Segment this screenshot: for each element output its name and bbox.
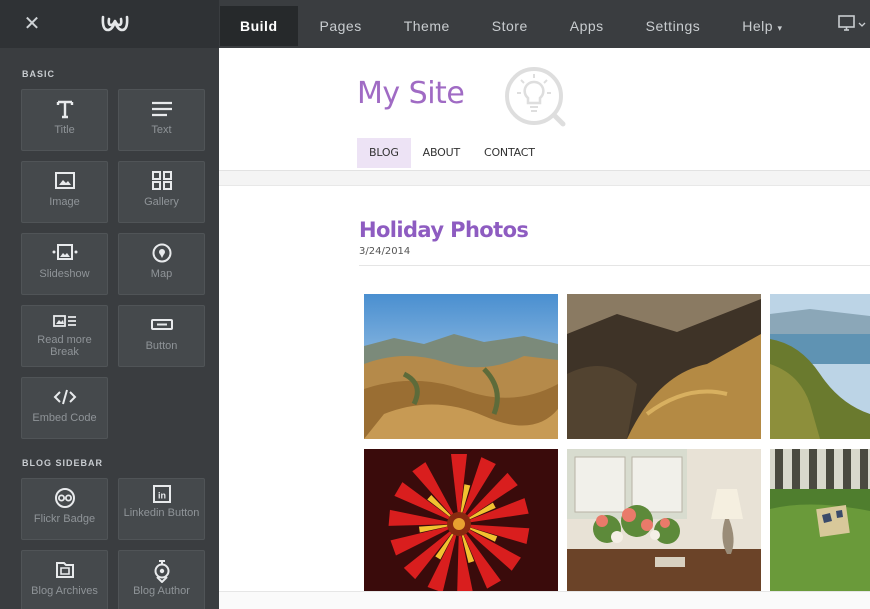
section-title-blog-sidebar: BLOG SIDEBAR — [22, 458, 104, 468]
map-pin-icon — [119, 242, 204, 268]
top-toolbar: ✕ Build Pages Theme Store Apps Settings … — [0, 0, 870, 48]
gallery-photo-3[interactable] — [770, 294, 870, 439]
gallery-photo-6[interactable] — [770, 449, 870, 591]
desktop-preview-icon[interactable] — [836, 14, 870, 34]
gallery-photo-4[interactable] — [364, 449, 558, 591]
post-title[interactable]: Holiday Photos — [359, 218, 529, 242]
site-nav-blog[interactable]: BLOG — [357, 138, 411, 168]
element-title[interactable]: Title — [21, 89, 108, 151]
nav-pages[interactable]: Pages — [300, 6, 382, 46]
element-slideshow[interactable]: Slideshow — [21, 233, 108, 295]
main-nav: Build Pages Theme Store Apps Settings He… — [220, 0, 802, 48]
element-linkedin-button[interactable]: in Linkedin Button — [118, 478, 205, 540]
element-embed-code[interactable]: Embed Code — [21, 377, 108, 439]
author-badge-icon — [119, 559, 204, 585]
slideshow-icon — [22, 242, 107, 268]
element-blog-author[interactable]: Blog Author — [118, 550, 205, 609]
flickr-icon — [22, 487, 107, 513]
site-title[interactable]: My Site — [357, 76, 465, 111]
text-lines-icon — [119, 98, 204, 124]
nav-theme[interactable]: Theme — [384, 6, 470, 46]
elements-sidebar: BASIC Title Text Image Gallery Slideshow… — [0, 48, 219, 609]
element-label: Slideshow — [39, 268, 90, 280]
element-image[interactable]: Image — [21, 161, 108, 223]
nav-build[interactable]: Build — [220, 6, 298, 46]
close-icon[interactable]: ✕ — [22, 14, 42, 34]
linkedin-icon: in — [119, 485, 204, 507]
post-date: 3/24/2014 — [359, 246, 411, 257]
element-map[interactable]: Map — [118, 233, 205, 295]
element-label: Linkedin Button — [123, 507, 200, 519]
nav-apps[interactable]: Apps — [550, 6, 624, 46]
bottom-bar — [219, 591, 870, 609]
image-icon — [22, 170, 107, 196]
weebly-logo-icon[interactable] — [100, 13, 130, 35]
element-label: Flickr Badge — [33, 513, 96, 525]
chevron-down-icon: ▾ — [777, 23, 783, 33]
element-label: Button — [145, 340, 178, 352]
header-divider — [219, 170, 870, 186]
code-icon — [22, 386, 107, 412]
element-label: Map — [150, 268, 173, 280]
element-gallery[interactable]: Gallery — [118, 161, 205, 223]
site-nav: BLOG ABOUT CONTACT — [357, 138, 547, 168]
archives-icon — [22, 559, 107, 585]
element-label: Text — [151, 124, 172, 136]
title-icon — [22, 98, 107, 124]
gallery-photo-2[interactable] — [567, 294, 761, 439]
post-divider — [359, 265, 870, 266]
element-button[interactable]: Button — [118, 305, 205, 367]
element-label: Image — [49, 196, 80, 208]
site-header: My Site BLOG ABOUT CONTACT — [219, 48, 870, 171]
read-more-icon — [22, 312, 107, 334]
button-shape-icon — [119, 314, 204, 340]
element-flickr-badge[interactable]: Flickr Badge — [21, 478, 108, 540]
site-nav-contact[interactable]: CONTACT — [472, 138, 547, 168]
section-title-basic: BASIC — [22, 69, 56, 79]
watermark-logo — [505, 67, 566, 127]
element-label: Gallery — [144, 196, 179, 208]
element-text[interactable]: Text — [118, 89, 205, 151]
gallery-photo-5[interactable] — [567, 449, 761, 591]
nav-help-label: Help — [742, 18, 774, 34]
nav-help[interactable]: Help ▾ — [722, 6, 802, 46]
element-label: Embed Code — [32, 412, 97, 424]
svg-text:in: in — [158, 491, 166, 501]
gallery-grid-icon — [119, 170, 204, 196]
element-label: Blog Author — [133, 585, 190, 597]
element-blog-archives[interactable]: Blog Archives — [21, 550, 108, 609]
element-label: Blog Archives — [31, 585, 98, 597]
site-preview: My Site BLOG ABOUT CONTACT Holiday Photo… — [219, 48, 870, 609]
nav-settings[interactable]: Settings — [626, 6, 721, 46]
element-read-more-break[interactable]: Read more Break — [21, 305, 108, 367]
toolbar-left: ✕ — [0, 0, 219, 48]
gallery-photo-1[interactable] — [364, 294, 558, 439]
nav-store[interactable]: Store — [472, 6, 548, 46]
site-nav-about[interactable]: ABOUT — [411, 138, 472, 168]
element-label: Title — [54, 124, 75, 136]
element-label: Read more Break — [37, 334, 92, 358]
